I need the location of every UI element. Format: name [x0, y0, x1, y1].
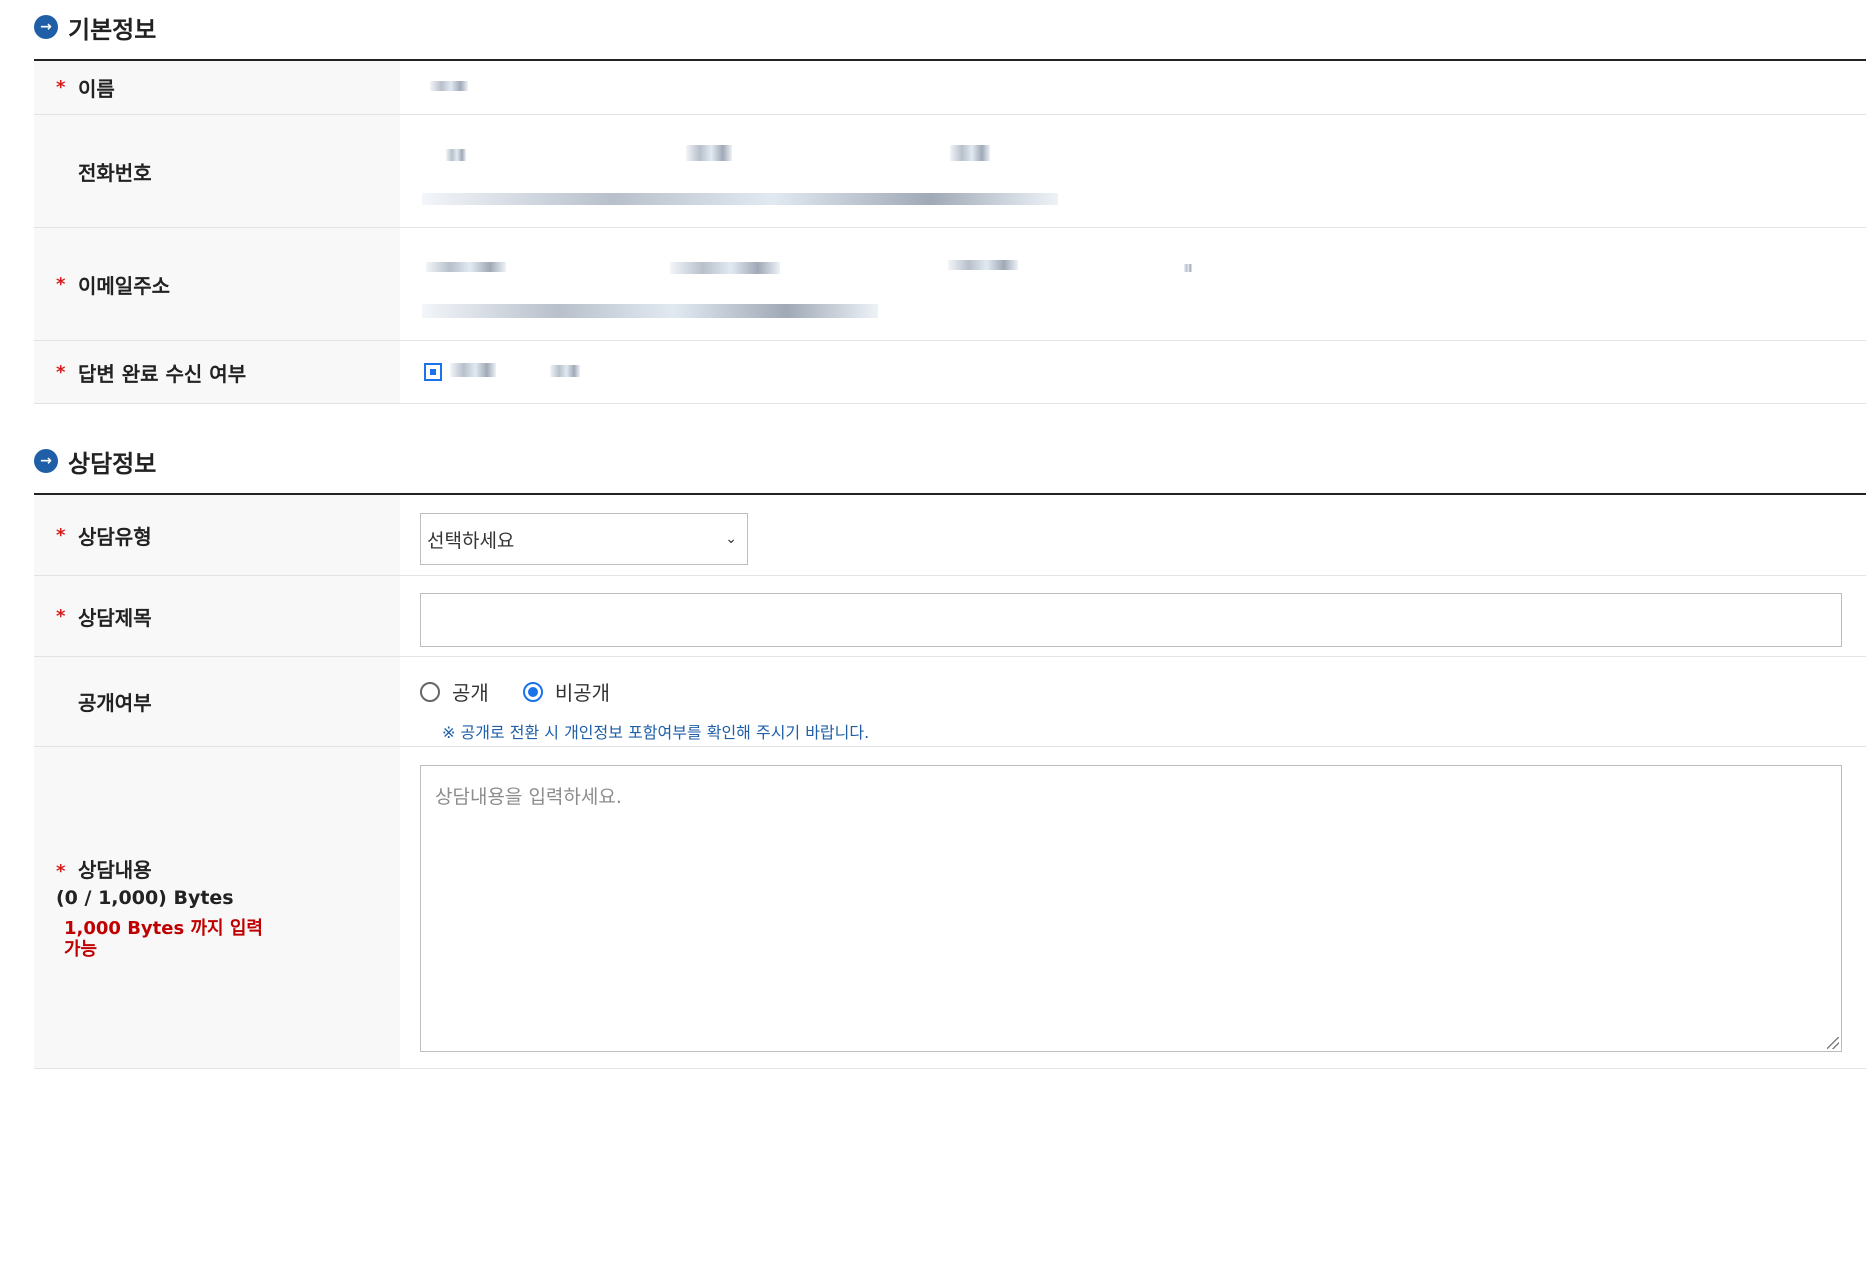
email-value	[400, 228, 1866, 340]
row-email: * 이메일주소	[34, 228, 1866, 341]
required-mark: *	[56, 605, 66, 627]
section-title-text: 상담정보	[68, 449, 157, 478]
consult-subject-input[interactable]	[420, 593, 1842, 647]
reply-notify-checkbox[interactable]	[424, 363, 442, 381]
public-value: 공개 비공개 ※ 공개로 전환 시 개인정보 포함여부를 확인해 주시기 바랍니…	[400, 657, 1866, 746]
row-public: 공개여부 공개 비공개 ※ 공개로 전환 시 개인정보 포함여부를 확인해 주시…	[34, 657, 1866, 747]
public-label-text: 공개여부	[78, 691, 152, 715]
public-radio-label[interactable]: 공개	[452, 677, 489, 706]
public-radio[interactable]	[420, 681, 440, 702]
row-phone: 전화번호	[34, 115, 1866, 228]
email-label: * 이메일주소	[34, 228, 400, 340]
name-value	[400, 61, 1866, 114]
required-mark: *	[56, 361, 66, 383]
phone-value	[400, 115, 1866, 227]
redacted-email-4	[1184, 264, 1192, 272]
consult-content-textarea[interactable]: 상담내용을 입력하세요.	[420, 765, 1842, 1052]
consult-type-label-text: 상담유형	[78, 524, 152, 549]
private-radio-label[interactable]: 비공개	[555, 677, 610, 706]
inquiry-form-page: → 기본정보 * 이름 전화번호 * 이메일주소 * 답변 완료 수신 여부 →…	[0, 0, 1872, 1283]
redacted-option-2	[550, 365, 580, 377]
name-label: * 이름	[34, 61, 400, 114]
row-consult-subject: * 상담제목	[34, 576, 1866, 657]
consult-type-select[interactable]: 선택하세요 ⌄	[420, 513, 748, 565]
consult-content-value: 상담내용을 입력하세요.	[400, 747, 1866, 1068]
section-title-consult-info: → 상담정보	[34, 443, 156, 479]
public-label: 공개여부	[34, 657, 400, 746]
consult-info-table: * 상담유형 선택하세요 ⌄ * 상담제목 공개여부 공개 비공개 ※ 공개로 …	[34, 493, 1866, 1069]
redacted-email-1	[426, 262, 506, 272]
private-radio[interactable]	[522, 681, 543, 702]
consult-type-selected: 선택하세요	[427, 529, 515, 552]
redacted-phone-note	[422, 193, 1058, 205]
required-mark: *	[56, 861, 66, 883]
content-placeholder: 상담내용을 입력하세요.	[435, 786, 622, 808]
name-label-text: 이름	[78, 77, 115, 101]
consult-content-label-text: 상담내용	[78, 858, 152, 883]
phone-label-text: 전화번호	[78, 160, 152, 185]
required-mark: *	[56, 273, 66, 295]
redacted-option-1	[450, 363, 496, 377]
content-limit-text: 1,000 Bytes 까지 입력 가능	[64, 918, 263, 960]
row-reply-notify: * 답변 완료 수신 여부	[34, 341, 1866, 404]
row-consult-type: * 상담유형 선택하세요 ⌄	[34, 495, 1866, 576]
reply-notify-value	[400, 341, 1866, 403]
redacted-email-note	[422, 304, 878, 318]
section-title-text: 기본정보	[68, 15, 157, 44]
reply-notify-label-text: 답변 완료 수신 여부	[78, 361, 247, 386]
consult-subject-value	[400, 576, 1866, 656]
basic-info-table: * 이름 전화번호 * 이메일주소 * 답변 완료 수신 여부	[34, 59, 1866, 404]
consult-subject-label: * 상담제목	[34, 576, 400, 656]
chevron-down-icon: ⌄	[725, 531, 737, 547]
arrow-right-circle-icon: →	[34, 449, 58, 473]
row-name: * 이름	[34, 61, 1866, 115]
public-radio-group: 공개 비공개	[420, 677, 644, 706]
email-label-text: 이메일주소	[78, 273, 170, 298]
section-title-basic-info: → 기본정보	[34, 9, 156, 45]
required-mark: *	[56, 77, 66, 98]
resize-handle-icon[interactable]	[1827, 1037, 1839, 1049]
reply-notify-label: * 답변 완료 수신 여부	[34, 341, 400, 403]
consult-content-label-line: * 상담내용	[56, 854, 152, 883]
consult-type-value: 선택하세요 ⌄	[400, 495, 1866, 575]
arrow-right-circle-icon: →	[34, 15, 58, 39]
redacted-phone-2	[686, 145, 732, 161]
redacted-email-2	[670, 262, 780, 274]
consult-subject-label-text: 상담제목	[78, 605, 152, 630]
phone-label: 전화번호	[34, 115, 400, 227]
redacted-phone-1	[446, 149, 466, 161]
redacted-name	[430, 81, 468, 91]
public-notice: ※ 공개로 전환 시 개인정보 포함여부를 확인해 주시기 바랍니다.	[442, 723, 870, 742]
required-mark: *	[56, 524, 66, 546]
redacted-email-3	[948, 260, 1018, 270]
consult-type-label: * 상담유형	[34, 495, 400, 575]
redacted-phone-3	[950, 145, 990, 161]
row-consult-content: * 상담내용 (0 / 1,000) Bytes 1,000 Bytes 까지 입…	[34, 747, 1866, 1069]
content-bytes-counter: (0 / 1,000) Bytes	[56, 887, 234, 910]
consult-content-label: * 상담내용 (0 / 1,000) Bytes 1,000 Bytes 까지 입…	[34, 747, 400, 1068]
